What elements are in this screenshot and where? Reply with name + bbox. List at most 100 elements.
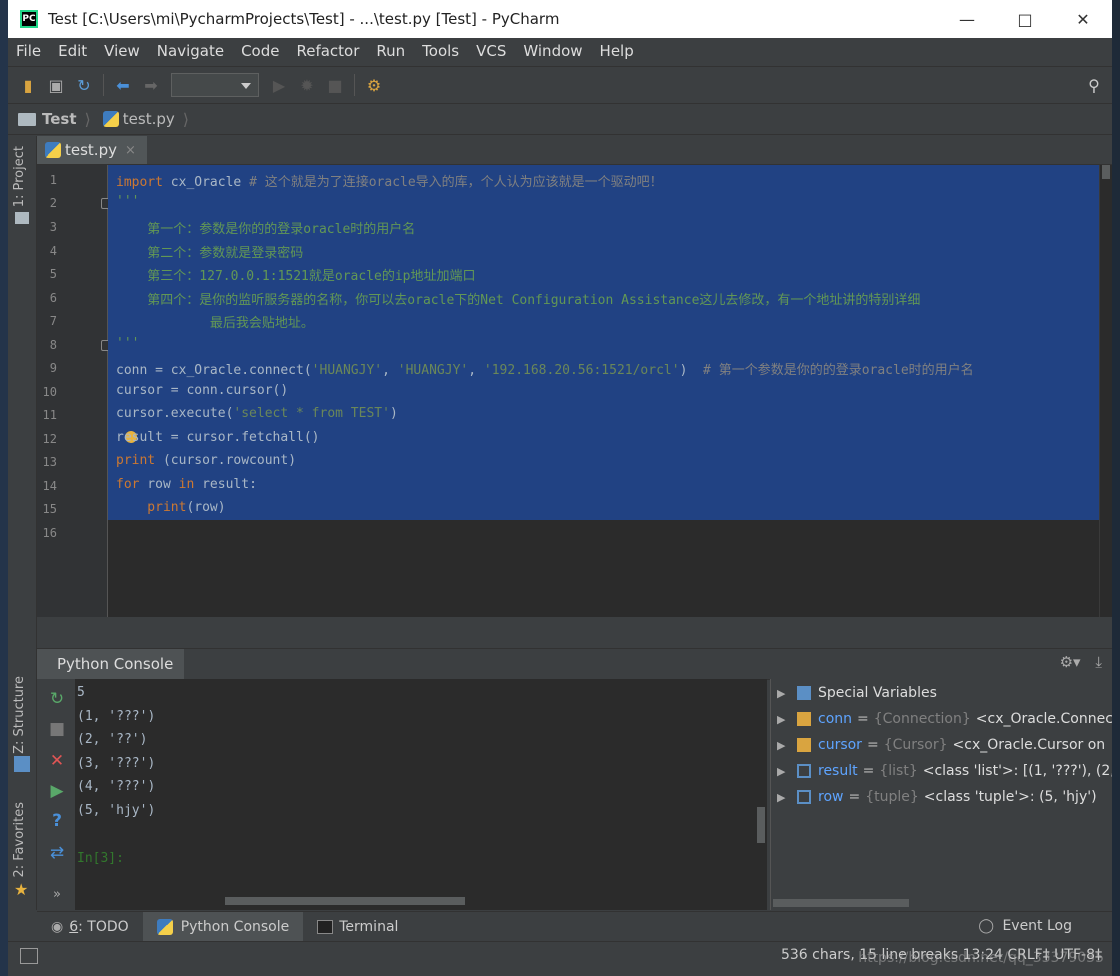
console-line: (3, '???') <box>77 756 156 771</box>
variable-row[interactable]: ▶ Special Variables <box>777 685 937 701</box>
code-line-8: ''' <box>116 336 140 351</box>
variable-row[interactable]: ▶ cursor = {Cursor} <cx_Oracle.Cursor on <box>777 737 1105 753</box>
close-icon[interactable]: ✕ <box>1054 0 1112 38</box>
menu-vcs[interactable]: VCS <box>468 42 515 60</box>
tab-python-console[interactable]: Python Console <box>37 649 184 679</box>
menu-edit[interactable]: Edit <box>50 42 96 60</box>
favorites-tool-tab[interactable]: 2: Favorites <box>12 802 27 878</box>
menu-view[interactable]: View <box>96 42 149 60</box>
tab-terminal[interactable]: Terminal <box>303 912 412 942</box>
string: 'select * from TEST' <box>233 406 390 421</box>
gear-icon[interactable]: ⚙▾ <box>1060 653 1081 671</box>
variable-row[interactable]: ▶ conn = {Connection} <cx_Oracle.Connec <box>777 711 1112 727</box>
download-icon[interactable]: ⤓ <box>1095 653 1102 671</box>
code-line-1: import cx_Oracle # 这个就是为了连接oracle导入的库，个人… <box>116 171 663 190</box>
line-number: 8 <box>49 338 57 352</box>
open-folder-icon[interactable]: ▮ <box>14 71 42 99</box>
expand-triangle-icon[interactable]: ▶ <box>777 791 797 804</box>
toolbar-separator <box>354 74 355 96</box>
comment: # 这个就是为了连接oracle导入的库，个人认为应该就是一个驱动吧！ <box>249 175 663 190</box>
expand-triangle-icon[interactable]: ▶ <box>777 739 797 752</box>
string: 'HUANGJY' <box>311 363 383 378</box>
console-hscrollbar[interactable] <box>225 897 465 905</box>
variable-name: result <box>818 763 858 779</box>
variables-hscrollbar[interactable] <box>773 899 909 907</box>
code-line-2: ''' <box>116 194 140 209</box>
desktop-edge <box>0 0 8 976</box>
code-text: ) <box>679 363 704 378</box>
equals-sign: = <box>848 789 861 805</box>
save-icon[interactable]: ▣ <box>42 71 70 99</box>
run-config-dropdown[interactable] <box>171 73 259 97</box>
variable-name: conn <box>818 711 853 727</box>
console-scrollbar[interactable] <box>757 807 765 843</box>
breadcrumb-file[interactable]: test.py ⟩ <box>99 110 197 129</box>
python-file-icon <box>102 111 119 127</box>
string: 'HUANGJY' <box>397 363 469 378</box>
console-output[interactable]: 5 (1, '???') (2, '??') (3, '???') (4, '?… <box>75 679 767 910</box>
rerun-icon[interactable]: ↻ <box>47 689 67 709</box>
maximize-icon[interactable]: □ <box>996 0 1054 38</box>
code-line-3: 第一个：参数是你的的登录oracle时的用户名 <box>116 222 416 237</box>
variable-row[interactable]: ▶ row = {tuple} <class 'tuple'>: (5, 'hjy') <box>777 789 1097 805</box>
minimize-icon[interactable]: — <box>938 0 996 38</box>
back-arrow-icon[interactable]: ⬅ <box>109 71 137 99</box>
terminal-label: Terminal <box>339 919 399 935</box>
menu-refactor[interactable]: Refactor <box>288 42 368 60</box>
tool-windows-toggle-icon[interactable] <box>20 948 38 964</box>
run-icon[interactable]: ▶ <box>265 71 293 99</box>
stop-icon[interactable]: ■ <box>47 719 67 739</box>
code-line-12: result = cursor.fetchall() <box>116 430 320 445</box>
breadcrumb-project[interactable]: Test ⟩ <box>8 110 99 129</box>
tab-label: test.py <box>65 141 117 159</box>
tab-test-py[interactable]: test.py × <box>37 136 147 164</box>
breadcrumb-project-label: Test <box>42 110 77 128</box>
menu-code[interactable]: Code <box>233 42 288 60</box>
code-text: (cursor.rowcount) <box>155 453 297 468</box>
menu-file[interactable]: File <box>8 42 50 60</box>
settings-icon[interactable]: ⇄ <box>47 843 67 863</box>
menu-navigate[interactable]: Navigate <box>149 42 233 60</box>
event-log-button[interactable]: ◯ Event Log <box>978 918 1072 934</box>
close-icon[interactable]: ✕ <box>47 751 67 771</box>
menu-help[interactable]: Help <box>592 42 643 60</box>
tab-todo[interactable]: ◉ 6: TODO <box>37 912 143 942</box>
sync-icon[interactable]: ↻ <box>70 71 98 99</box>
line-number: 3 <box>49 220 57 234</box>
menu-tools[interactable]: Tools <box>414 42 468 60</box>
event-log-icon: ◯ <box>978 918 994 934</box>
search-icon[interactable]: ⚲ <box>1080 71 1108 99</box>
settings-icon[interactable]: ⚙ <box>360 71 388 99</box>
run-icon[interactable]: ▶ <box>47 781 67 801</box>
expand-triangle-icon[interactable]: ▶ <box>777 687 797 700</box>
expand-triangle-icon[interactable]: ▶ <box>777 765 797 778</box>
scroll-thumb[interactable] <box>1102 165 1110 179</box>
help-icon[interactable]: ? <box>47 811 67 831</box>
menu-run[interactable]: Run <box>368 42 414 60</box>
forward-arrow-icon[interactable]: ➡ <box>137 71 165 99</box>
line-number: 7 <box>49 314 57 328</box>
code-text: ) <box>389 406 398 421</box>
variable-row[interactable]: ▶ result = {list} <class 'list'>: [(1, '???… <box>777 763 1112 779</box>
tab-python-console-bottom[interactable]: Python Console <box>142 912 304 942</box>
structure-tool-tab[interactable]: Z: Structure <box>12 676 27 754</box>
console-line: (4, '???') <box>77 779 156 794</box>
console-line: (5, 'hjy') <box>77 803 156 818</box>
code-text: cx_Oracle <box>162 175 250 190</box>
line-number: 9 <box>49 361 57 375</box>
editor-scrollbar[interactable] <box>1099 165 1112 617</box>
more-icon[interactable]: » <box>47 885 67 905</box>
stop-icon[interactable]: ■ <box>321 71 349 99</box>
breadcrumb-file-label: test.py <box>122 110 175 128</box>
menu-window[interactable]: Window <box>515 42 591 60</box>
line-number: 5 <box>49 267 57 281</box>
console-prompt[interactable]: In[3]: <box>77 851 124 866</box>
expand-triangle-icon[interactable]: ▶ <box>777 713 797 726</box>
close-tab-icon[interactable]: × <box>125 143 136 158</box>
debug-icon[interactable]: ✹ <box>293 71 321 99</box>
code-editor[interactable]: 1 2 3 4 5 6 7 8 9 10 11 12 13 14 15 16 i… <box>37 165 1112 617</box>
variables-panel: ▶ Special Variables ▶ conn = {Connection} <… <box>770 679 1112 910</box>
console-header-actions: ⚙▾ ⤓ <box>1060 653 1102 671</box>
chevron-right-icon: ⟩ <box>84 109 91 129</box>
project-tool-tab[interactable]: 1: Project <box>12 146 27 207</box>
